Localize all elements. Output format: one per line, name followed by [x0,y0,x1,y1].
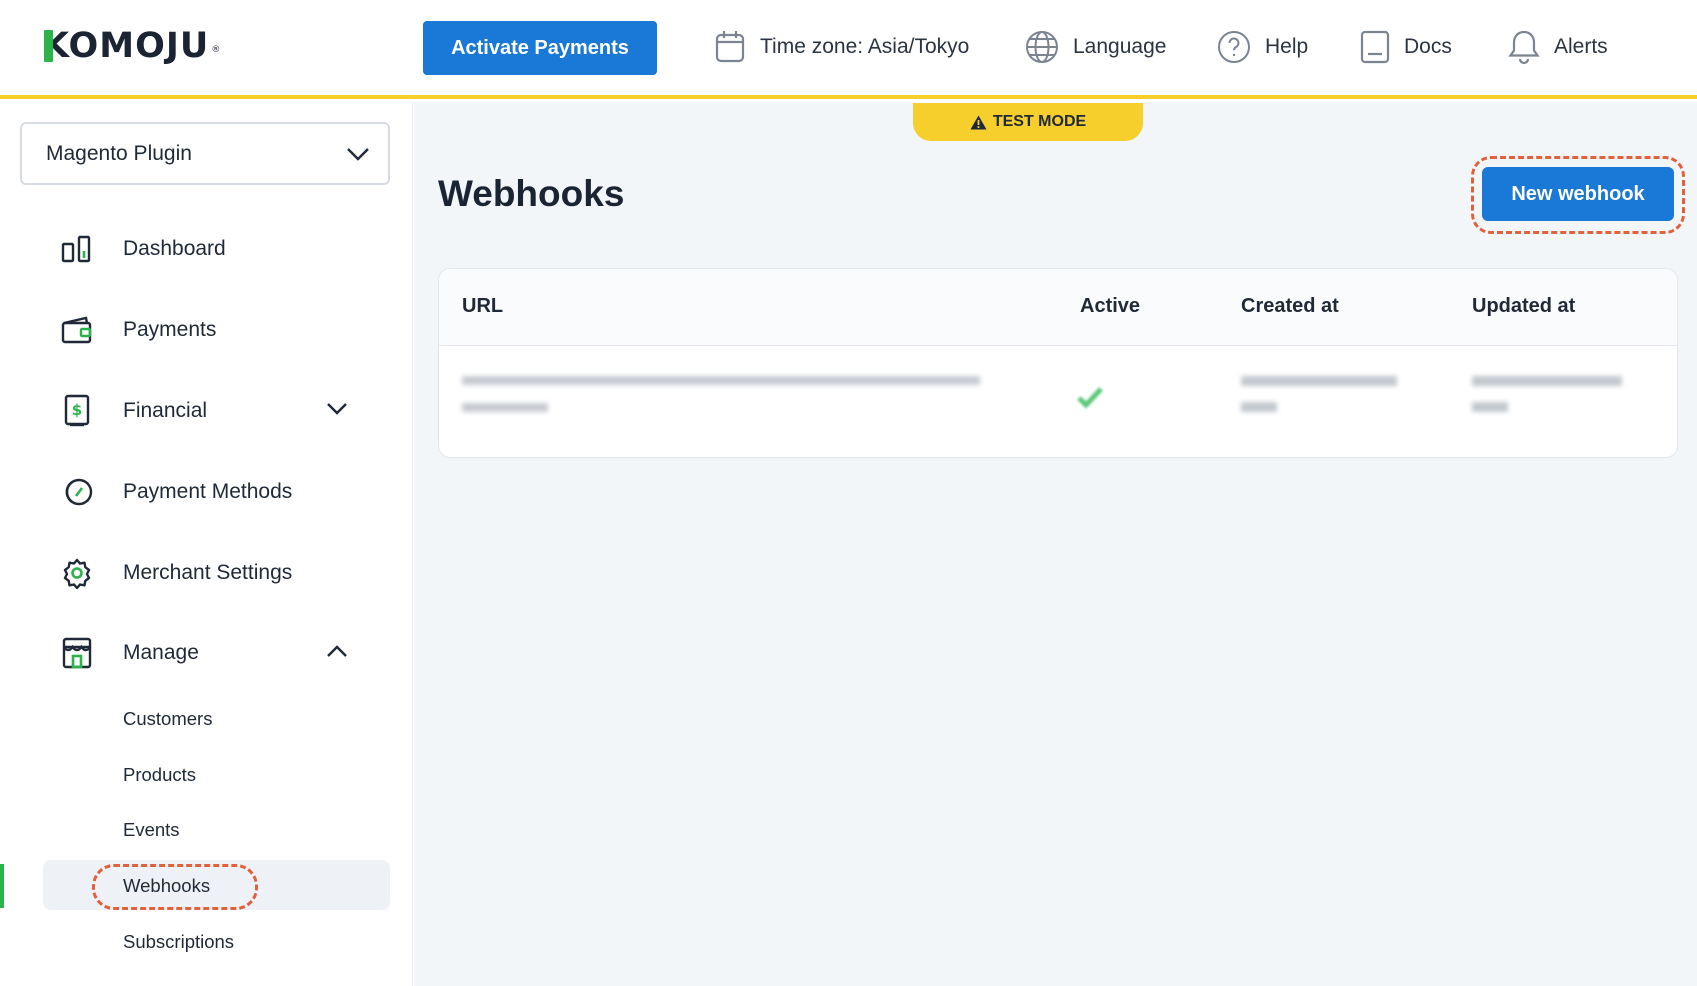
table-row[interactable] [439,346,1677,457]
sidebar-item-label: Financial [123,399,208,422]
webhooks-table: URL Active Created at Updated at [438,268,1678,458]
main-content: TEST MODE Webhooks New webhook URL Activ… [414,103,1697,986]
language-label: Language [1073,35,1167,58]
sidebar-subitem-products[interactable]: Products [123,760,196,790]
sidebar: Magento Plugin Dashboard Payments $ Fina… [0,103,413,986]
sidebar-item-label: Payment Methods [123,480,293,503]
column-header-url: URL [462,295,504,317]
gear-icon [58,554,96,592]
created-at-blurred [1241,368,1401,424]
sidebar-subitem-webhooks[interactable]: Webhooks [123,871,210,901]
dashboard-icon [58,230,96,268]
globe-icon [1026,31,1058,63]
new-webhook-button[interactable]: New webhook [1482,167,1674,221]
sidebar-item-label: Dashboard [123,237,226,260]
alerts-label: Alerts [1554,35,1608,58]
sidebar-item-label: Payments [123,318,217,341]
webhook-url-blurred [462,368,982,424]
help-label: Help [1265,35,1309,58]
test-mode-badge: TEST MODE [913,103,1143,141]
docs-link[interactable]: Docs [1360,26,1452,68]
column-header-updated-at: Updated at [1472,295,1576,317]
calendar-icon [715,31,745,63]
docs-label: Docs [1404,35,1452,58]
top-bar: KOMOJU ® Activate Payments Time zone: Asi… [0,0,1697,99]
store-icon [58,634,96,672]
logo-text: KOMOJU [42,26,210,66]
alerts-link[interactable]: Alerts [1508,26,1608,68]
updated-at-blurred [1472,368,1632,424]
check-icon [1077,387,1103,408]
bell-icon [1508,30,1540,65]
sidebar-subitem-events[interactable]: Events [123,815,180,845]
sidebar-item-label: Manage [123,641,199,664]
sidebar-item-payments[interactable]: Payments [58,308,358,352]
sidebar-subitem-subscriptions[interactable]: Subscriptions [123,927,234,957]
active-item-background [43,860,390,910]
chevron-down-icon [347,148,369,161]
chevron-up-icon[interactable] [326,642,348,660]
sidebar-item-payment-methods[interactable]: Payment Methods [58,470,358,514]
payment-methods-icon [58,473,96,511]
svg-text:$: $ [72,401,82,419]
sidebar-subitem-customers[interactable]: Customers [123,704,212,734]
timezone-selector[interactable]: Time zone: Asia/Tokyo [714,26,969,68]
table-header: URL Active Created at Updated at [439,269,1677,346]
language-selector[interactable]: Language [1025,26,1166,68]
sidebar-item-label: Merchant Settings [123,561,293,584]
active-item-indicator [0,864,4,908]
help-link[interactable]: Help [1217,26,1308,68]
column-header-created-at: Created at [1241,295,1339,317]
financial-icon: $ [58,392,96,430]
sidebar-item-manage[interactable]: Manage [58,631,358,675]
column-header-active: Active [1080,295,1141,317]
activate-payments-button[interactable]: Activate Payments [423,21,657,75]
chevron-down-icon[interactable] [326,400,348,418]
wallet-icon [58,311,96,349]
account-name: Magento Plugin [46,141,192,165]
docs-icon [1360,30,1390,64]
account-selector[interactable]: Magento Plugin [20,122,390,185]
timezone-label: Time zone: Asia/Tokyo [760,35,970,58]
help-icon [1218,31,1250,63]
sidebar-item-merchant-settings[interactable]: Merchant Settings [58,551,358,595]
warning-icon [970,115,987,129]
page-title: Webhooks [438,173,625,214]
komoju-logo[interactable]: KOMOJU ® [42,26,221,70]
sidebar-item-financial[interactable]: $ Financial [58,389,358,433]
test-mode-label: TEST MODE [992,113,1087,130]
sidebar-item-dashboard[interactable]: Dashboard [58,227,358,271]
